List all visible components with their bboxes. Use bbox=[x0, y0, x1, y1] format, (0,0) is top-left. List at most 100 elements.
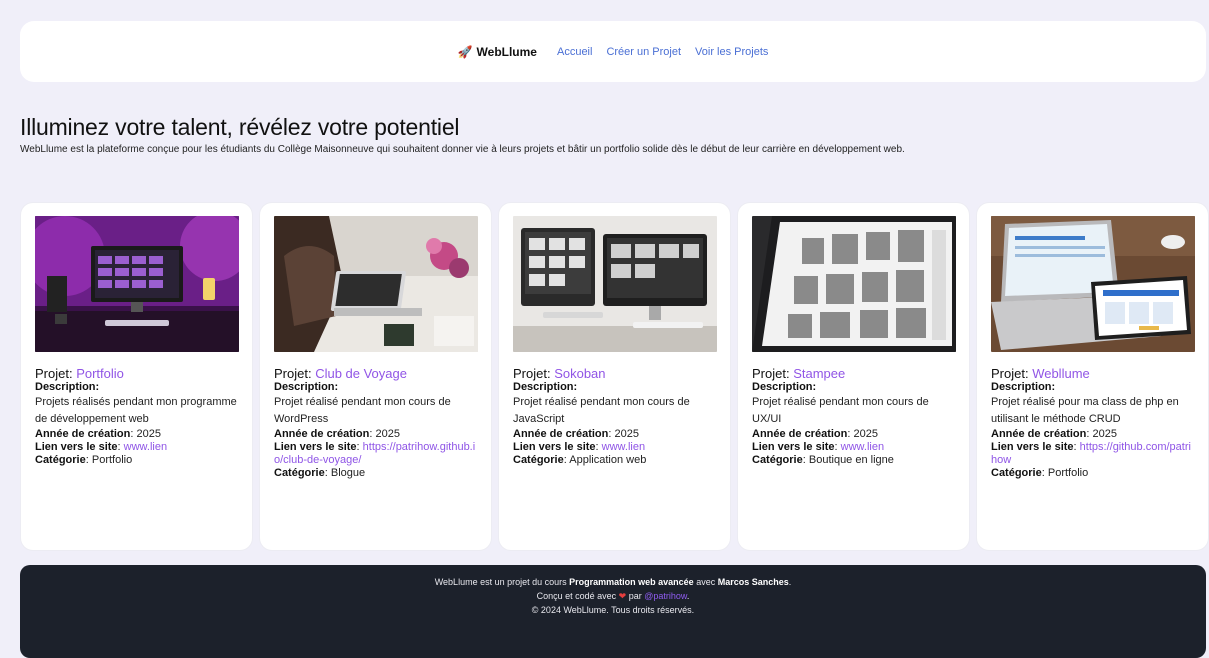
category-label: Catégorie bbox=[513, 454, 564, 466]
project-label: Projet: bbox=[35, 366, 77, 381]
project-name[interactable]: Club de Voyage bbox=[315, 366, 407, 381]
description-label: Description: bbox=[274, 381, 339, 393]
project-name[interactable]: Portfolio bbox=[76, 366, 124, 381]
project-year: Année de création: 2025 bbox=[35, 428, 161, 440]
rocket-icon: 🚀 bbox=[457, 44, 473, 59]
year-value: 2025 bbox=[375, 428, 400, 440]
footer-text: avec bbox=[693, 577, 718, 587]
project-name[interactable]: Webllume bbox=[1032, 366, 1090, 381]
footer-text: Conçu et codé avec bbox=[536, 591, 619, 601]
project-description: Projets réalisés pendant mon programme d… bbox=[35, 396, 237, 425]
project-name[interactable]: Stampee bbox=[793, 366, 845, 381]
footer-text: WebLlume est un projet du cours bbox=[434, 577, 570, 587]
project-card: Projet: Club de Voyage Description: Proj… bbox=[260, 203, 491, 550]
description-label-text: Description bbox=[991, 381, 1052, 393]
hero-title: Illuminez votre talent, révélez votre po… bbox=[20, 114, 460, 140]
project-category: Catégorie: Portfolio bbox=[991, 467, 1089, 479]
footer-course-line: WebLlume est un projet du cours Programm… bbox=[20, 575, 1206, 589]
description-label: Description: bbox=[35, 381, 100, 393]
footer-text: par bbox=[626, 591, 645, 601]
year-label: Année de création bbox=[991, 428, 1087, 440]
nav-accueil[interactable]: Accueil bbox=[557, 46, 592, 58]
project-label: Projet: bbox=[752, 366, 794, 381]
project-thumbnail bbox=[35, 216, 239, 352]
year-value: 2025 bbox=[136, 428, 161, 440]
category-value: Blogue bbox=[330, 467, 366, 479]
footer-course: Programmation web avancée bbox=[569, 577, 694, 587]
category-label: Catégorie bbox=[35, 454, 86, 466]
footer-credit-line: Conçu et codé avec ❤ par @patrihow. bbox=[20, 589, 1206, 603]
year-value: 2025 bbox=[1092, 428, 1117, 440]
nav-voir-projets[interactable]: Voir les Projets bbox=[695, 46, 768, 58]
project-year: Année de création: 2025 bbox=[752, 428, 878, 440]
project-description: Projet réalisé pendant mon cours de Word… bbox=[274, 396, 451, 425]
project-link-row: Lien vers le site: https://patrihow.gith… bbox=[274, 441, 476, 466]
project-card: Projet: Webllume Description: Projet réa… bbox=[977, 203, 1208, 550]
description-label: Description: bbox=[991, 381, 1056, 393]
brand[interactable]: 🚀 WebLlume bbox=[458, 45, 537, 59]
footer-copyright: © 2024 WebLlume. Tous droits réservés. bbox=[531, 605, 695, 615]
project-link-row: Lien vers le site: www.lien bbox=[752, 441, 885, 453]
top-navbar: 🚀 WebLlume Accueil Créer un Projet Voir … bbox=[20, 21, 1206, 82]
brand-name[interactable]: WebLlume bbox=[477, 45, 537, 59]
category-label: Catégorie bbox=[752, 454, 803, 466]
description-label-text: Description bbox=[752, 381, 813, 393]
project-link[interactable]: www.lien bbox=[602, 441, 645, 453]
year-label: Année de création bbox=[35, 428, 131, 440]
nav-creer-projet[interactable]: Créer un Projet bbox=[606, 46, 681, 58]
category-value: Application web bbox=[569, 454, 647, 466]
project-category: Catégorie: Blogue bbox=[274, 467, 366, 479]
project-category: Catégorie: Portfolio bbox=[35, 454, 133, 466]
link-label: Lien vers le site bbox=[752, 441, 835, 453]
project-link-row: Lien vers le site: www.lien bbox=[35, 441, 168, 453]
project-year: Année de création: 2025 bbox=[274, 428, 400, 440]
footer-text: . bbox=[686, 591, 690, 601]
hero-description: WebLlume est la plateforme conçue pour l… bbox=[20, 144, 905, 155]
footer-text: . bbox=[788, 577, 792, 587]
year-label: Année de création bbox=[274, 428, 370, 440]
category-value: Boutique en ligne bbox=[808, 454, 894, 466]
link-label: Lien vers le site bbox=[513, 441, 596, 453]
description-label-text: Description bbox=[35, 381, 96, 393]
link-label: Lien vers le site bbox=[991, 441, 1074, 453]
project-thumbnail bbox=[274, 216, 478, 352]
project-label: Projet: bbox=[513, 366, 555, 381]
author-handle-link[interactable]: @patrihow bbox=[644, 591, 687, 601]
project-description: Projet réalisé pendant mon cours de UX/U… bbox=[752, 396, 929, 425]
project-category: Catégorie: Boutique en ligne bbox=[752, 454, 894, 466]
project-link[interactable]: www.lien bbox=[124, 441, 167, 453]
project-description: Projet réalisé pour ma class de php en u… bbox=[991, 396, 1179, 425]
project-year: Année de création: 2025 bbox=[513, 428, 639, 440]
project-thumbnail bbox=[513, 216, 717, 352]
project-thumbnail bbox=[752, 216, 956, 352]
category-value: Portfolio bbox=[91, 454, 133, 466]
project-link[interactable]: www.lien bbox=[841, 441, 884, 453]
project-card: Projet: Sokoban Description: Projet réal… bbox=[499, 203, 730, 550]
page: 🚀 WebLlume Accueil Créer un Projet Voir … bbox=[10, 8, 1208, 658]
project-cards: Projet: Portfolio Description: Projets r… bbox=[21, 203, 1208, 550]
project-card: Projet: Portfolio Description: Projets r… bbox=[21, 203, 252, 550]
category-value: Portfolio bbox=[1047, 467, 1089, 479]
link-label: Lien vers le site bbox=[35, 441, 118, 453]
project-link-row: Lien vers le site: https://github.com/pa… bbox=[991, 441, 1191, 466]
project-thumbnail bbox=[991, 216, 1195, 352]
project-card: Projet: Stampee Description: Projet réal… bbox=[738, 203, 969, 550]
description-label: Description: bbox=[513, 381, 578, 393]
category-label: Catégorie bbox=[991, 467, 1042, 479]
project-year: Année de création: 2025 bbox=[991, 428, 1117, 440]
project-title: Projet: Sokoban bbox=[513, 366, 717, 381]
category-label: Catégorie bbox=[274, 467, 325, 479]
project-name[interactable]: Sokoban bbox=[554, 366, 605, 381]
project-category: Catégorie: Application web bbox=[513, 454, 647, 466]
description-label-text: Description bbox=[513, 381, 574, 393]
project-title: Projet: Portfolio bbox=[35, 366, 239, 381]
site-footer: WebLlume est un projet du cours Programm… bbox=[20, 565, 1206, 658]
description-label: Description: bbox=[752, 381, 817, 393]
project-link-row: Lien vers le site: www.lien bbox=[513, 441, 646, 453]
link-label: Lien vers le site bbox=[274, 441, 357, 453]
year-value: 2025 bbox=[614, 428, 639, 440]
footer-teacher: Marcos Sanches bbox=[717, 577, 789, 587]
year-label: Année de création bbox=[752, 428, 848, 440]
project-label: Projet: bbox=[991, 366, 1033, 381]
description-label-text: Description bbox=[274, 381, 335, 393]
